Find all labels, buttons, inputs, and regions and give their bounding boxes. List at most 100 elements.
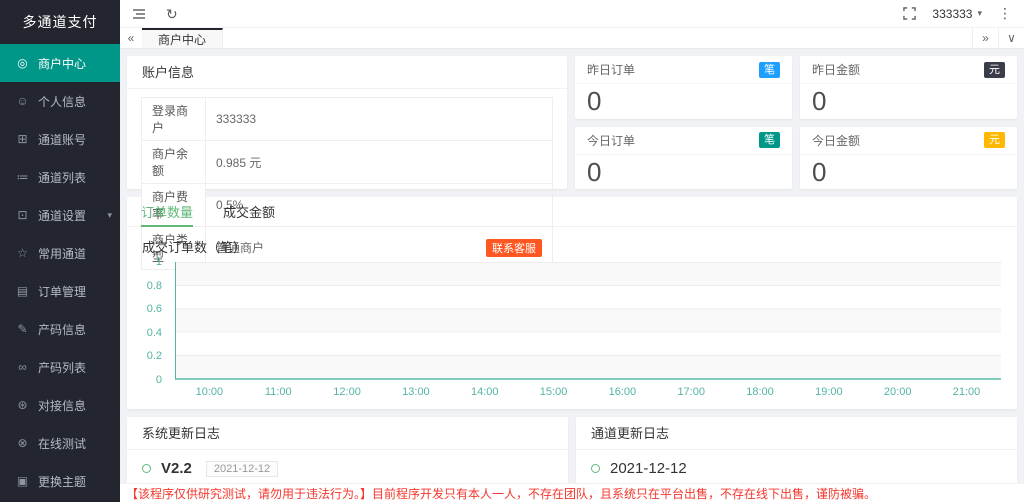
chart: 00.20.40.60.81 10:0011:0012:0013:0014:00…: [141, 262, 1003, 412]
y-tick-label: 0.6: [147, 303, 162, 315]
account-row: 商户余额0.985 元: [142, 141, 553, 184]
log-card-title: 通道更新日志: [576, 417, 1017, 450]
account-row: 商户费率0.5%: [142, 184, 553, 227]
stat-card-today-amount: 今日金额 元 0: [800, 127, 1017, 190]
account-row-value: 333333: [206, 98, 553, 141]
tabs-scroll-right-icon[interactable]: »: [972, 28, 998, 48]
topbar-right: 333333 ▾ ⋮: [903, 5, 1012, 22]
log-entry: V2.2 2021-12-12: [142, 457, 553, 482]
sidebar-item-label: 通道账号: [38, 131, 86, 148]
gear-icon: ⊛: [15, 398, 30, 412]
sidebar-item-order-management[interactable]: ▤订单管理: [0, 272, 120, 310]
log-entry: 2021-12-12: [591, 457, 1002, 482]
link-icon: ∞: [15, 360, 30, 374]
username: 333333: [932, 7, 972, 21]
account-info-card: 账户信息 登录商户333333商户余额0.985 元商户费率0.5%商户类型普通…: [127, 56, 567, 189]
log-card-system-updates: 系统更新日志V2.22021-12-12后台增加每个用户的今日和昨日订单总金额: [127, 417, 568, 483]
fullscreen-icon[interactable]: [903, 7, 916, 20]
stat-card-value: 0: [575, 155, 792, 188]
stat-card-yesterday-orders: 昨日订单笔0: [575, 56, 792, 119]
chart-tab-order-amount[interactable]: 成交金额: [223, 197, 275, 226]
account-info-title: 账户信息: [127, 56, 567, 89]
stat-card-value: 0: [575, 84, 792, 117]
stat-card-yesterday-amount: 昨日金额 元 0: [800, 56, 1017, 119]
log-card-title: 系统更新日志: [127, 417, 568, 450]
sidebar-item-channel-account[interactable]: ⊞ 通道账号: [0, 120, 120, 158]
stat-card-title: 昨日金额: [812, 61, 860, 78]
chart-tab-order-count[interactable]: 订单数量: [141, 197, 193, 226]
stat-card-value: 0: [800, 155, 1017, 188]
sidebar-item-label: 商户中心: [38, 55, 86, 72]
account-row-label: 登录商户: [142, 98, 206, 141]
top-row: 账户信息 登录商户333333商户余额0.985 元商户费率0.5%商户类型普通…: [127, 56, 1017, 189]
sidebar-item-label: 对接信息: [38, 397, 86, 414]
stat-card-title: 昨日订单: [587, 61, 635, 78]
tab-merchant-center[interactable]: 商户中心: [142, 28, 223, 48]
user-menu[interactable]: 333333 ▾: [932, 7, 982, 21]
sidebar-item-label: 通道列表: [38, 169, 86, 186]
stat-card-header: 今日订单笔: [575, 127, 792, 155]
log-card-body: V2.22021-12-12后台增加每个用户的今日和昨日订单总金额: [127, 450, 568, 483]
stat-card-title: 今日订单: [587, 132, 635, 149]
sidebar-item-common-channels[interactable]: ☆常用通道: [0, 234, 120, 272]
tab-label: 商户中心: [158, 31, 206, 48]
contact-service-badge[interactable]: 联系客服: [486, 239, 542, 257]
main-content: 账户信息 登录商户333333商户余额0.985 元商户费率0.5%商户类型普通…: [120, 49, 1024, 483]
dashboard-icon: ◎: [15, 56, 30, 70]
sidebar-item-code-list[interactable]: ∞ 产码列表: [0, 348, 120, 386]
sidebar-item-channel-settings[interactable]: ⊡通道设置▾: [0, 196, 120, 234]
x-tick-label: 14:00: [450, 386, 519, 398]
log-entry-date: 2021-12-12: [206, 461, 278, 477]
collapse-menu-icon[interactable]: [132, 8, 146, 20]
y-tick-label: 0.2: [147, 350, 162, 362]
x-tick-label: 12:00: [313, 386, 382, 398]
tabs-scroll-left-icon[interactable]: «: [120, 28, 142, 48]
x-tick-label: 17:00: [657, 386, 726, 398]
sidebar-menu: ◎商户中心☺个人信息⊞通道账号≔通道列表⊡通道设置▾☆常用通道▤订单管理✎产码信…: [0, 44, 120, 500]
timeline-dot-icon: [591, 464, 600, 473]
sidebar-item-channel-list[interactable]: ≔ 通道列表: [0, 158, 120, 196]
sidebar-item-merchant-center[interactable]: ◎ 商户中心: [0, 44, 120, 82]
more-menu-icon[interactable]: ⋮: [998, 5, 1012, 22]
list-icon: ≔: [15, 170, 30, 184]
stat-card-header: 今日金额 元: [800, 127, 1017, 155]
sidebar-item-profile[interactable]: ☺ 个人信息: [0, 82, 120, 120]
stat-card-title: 今日金额: [812, 132, 860, 149]
sidebar-item-label: 产码列表: [38, 359, 86, 376]
sidebar-item-label: 个人信息: [38, 93, 86, 110]
sidebar-item-label: 通道设置: [38, 207, 86, 224]
x-tick-label: 19:00: [794, 386, 863, 398]
log-card-channel-updates: 通道更新日志2021-12-12更新YY金钻通道: [576, 417, 1017, 483]
x-tick-label: 10:00: [175, 386, 244, 398]
unit-badge: 元: [984, 132, 1005, 148]
settings-icon: ⊡: [15, 208, 30, 222]
sidebar-item-code-info[interactable]: ✎产码信息: [0, 310, 120, 348]
refresh-icon[interactable]: ↻: [166, 7, 178, 21]
sidebar-item-label: 常用通道: [38, 245, 86, 262]
sidebar-item-online-test[interactable]: ⊗在线测试: [0, 424, 120, 462]
x-tick-label: 16:00: [588, 386, 657, 398]
footer: 【该程序仅供研究测试，请勿用于违法行为。】目前程序开发只有本人一人，不存在团队，…: [120, 483, 1024, 502]
stat-card-header: 昨日金额 元: [800, 56, 1017, 84]
sidebar-item-label: 产码信息: [38, 321, 86, 338]
sidebar-item-label: 在线测试: [38, 435, 86, 452]
user-icon: ☺: [15, 94, 30, 108]
grid-icon: ⊞: [15, 132, 30, 146]
account-row-value: 0.985 元: [206, 141, 553, 184]
sidebar-item-change-theme[interactable]: ▣更换主题: [0, 462, 120, 500]
sidebar-item-api-info[interactable]: ⊛ 对接信息: [0, 386, 120, 424]
stat-card-value: 0: [800, 84, 1017, 117]
x-tick-label: 20:00: [863, 386, 932, 398]
log-entry-heading: V2.2: [161, 460, 192, 477]
tab-bar: « 商户中心 » ∨: [120, 28, 1024, 49]
tabs-menu-icon[interactable]: ∨: [998, 28, 1024, 48]
x-tick-label: 18:00: [726, 386, 795, 398]
unit-badge: 元: [984, 62, 1005, 78]
chart-plot-area: [175, 262, 1001, 380]
order-icon: ▤: [15, 284, 30, 298]
x-tick-label: 21:00: [932, 386, 1001, 398]
account-row-label: 商户余额: [142, 141, 206, 184]
chart-tabs: 订单数量 成交金额: [127, 197, 1017, 227]
y-tick-label: 0.8: [147, 280, 162, 292]
x-tick-label: 15:00: [519, 386, 588, 398]
